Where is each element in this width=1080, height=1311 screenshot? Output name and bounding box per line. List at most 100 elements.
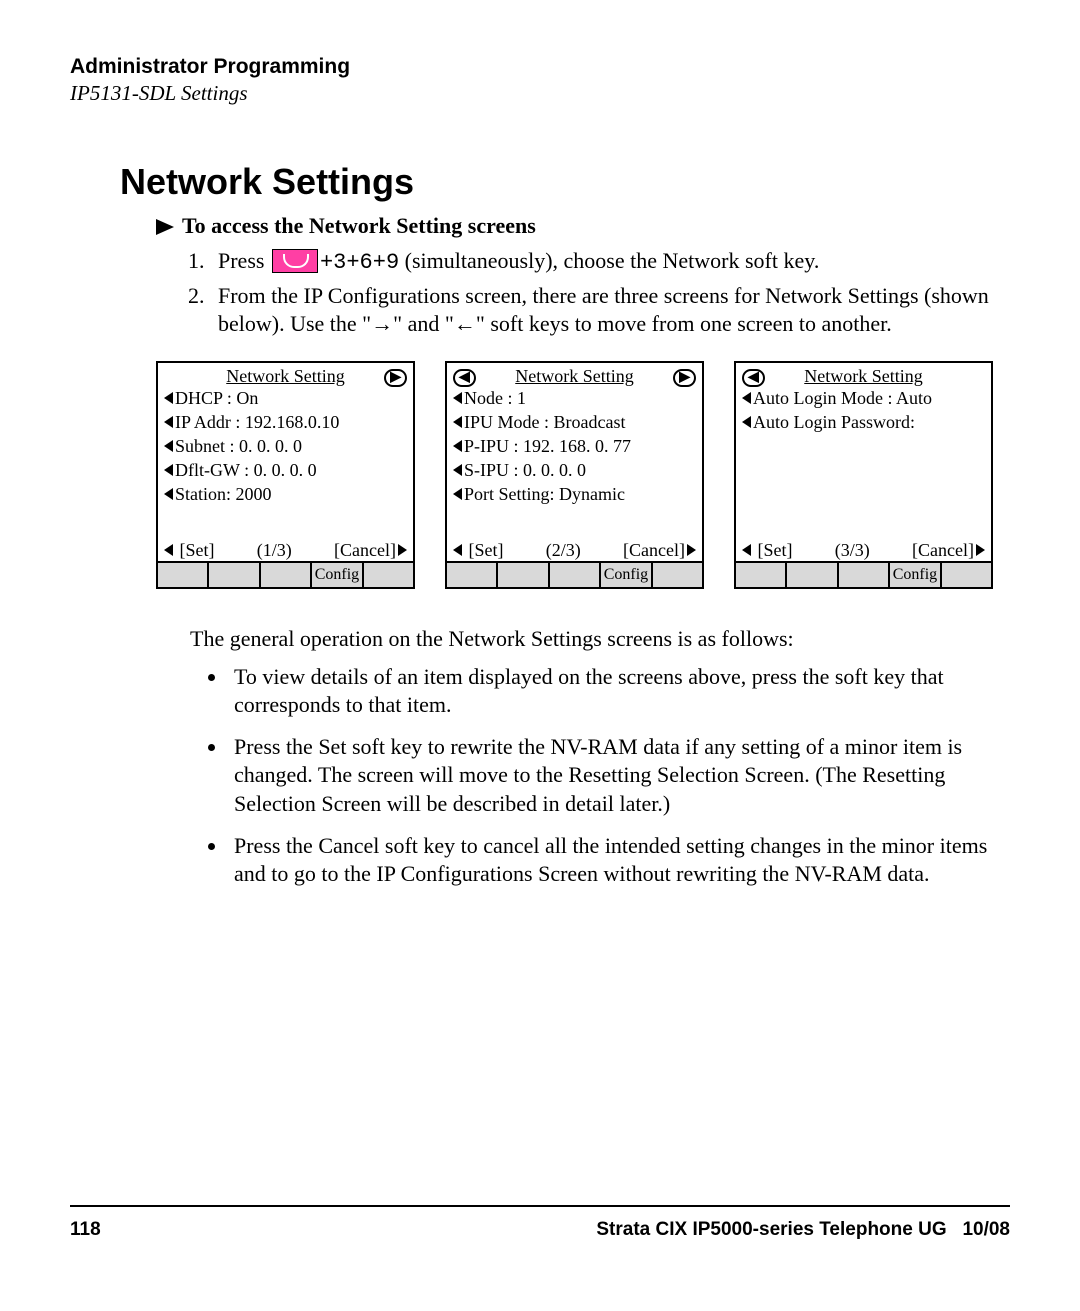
config-softkey: Config: [601, 563, 652, 587]
screen-title: Network Setting: [515, 366, 634, 386]
screen-diagrams: Network Setting ▶DHCP : OnIP Addr : 192.…: [156, 361, 1010, 589]
screen-line-text: Auto Login Mode : Auto: [753, 388, 932, 408]
screen-button-bar: Config: [158, 561, 413, 587]
softkey-blank: [787, 563, 838, 587]
screen-body: Auto Login Mode : Auto Auto Login Passwor…: [736, 387, 991, 539]
step-1: Press +3+6+9 (simultaneously), choose th…: [210, 247, 1010, 278]
line-marker-icon: [453, 488, 462, 500]
set-softkey: [Set]: [453, 541, 504, 559]
page-indicator: (3/3): [835, 541, 870, 559]
screen-line: Port Setting: Dynamic: [447, 483, 702, 507]
softkey-blank: [158, 563, 209, 587]
screen-line-text: P-IPU : 192. 168. 0. 77: [464, 436, 631, 456]
screen-title-row: Network Setting ▶: [158, 363, 413, 387]
header-section: Administrator Programming: [70, 55, 1010, 79]
softkey-blank: [550, 563, 601, 587]
screen-line: Node : 1: [447, 387, 702, 411]
screen-title-row: ◀ Network Setting ▶: [447, 363, 702, 387]
screen-line-text: S-IPU : 0. 0. 0. 0: [464, 460, 586, 480]
softkey-blank: [209, 563, 260, 587]
step-1-text-a: Press: [218, 248, 270, 273]
page-footer: 118 Strata CIX IP5000-series Telephone U…: [70, 1205, 1010, 1241]
footer-doc: Strata CIX IP5000-series Telephone UG 10…: [596, 1219, 1010, 1241]
softkey-blank: [942, 563, 991, 587]
screen-line-text: Station: 2000: [175, 484, 272, 504]
lcd-screen: ◀ Network Setting Auto Login Mode : Auto…: [734, 361, 993, 589]
screen-line: IP Addr : 192.168.0.10: [158, 411, 413, 435]
config-softkey: Config: [890, 563, 941, 587]
screen-line: IPU Mode : Broadcast: [447, 411, 702, 435]
next-screen-icon: ▶: [673, 369, 696, 387]
body-bullets: To view details of an item displayed on …: [200, 663, 998, 888]
softkey-blank: [839, 563, 890, 587]
screen-button-bar: Config: [736, 561, 991, 587]
screen-line-text: Port Setting: Dynamic: [464, 484, 625, 504]
screen-line-text: Dflt-GW : 0. 0. 0. 0: [175, 460, 317, 480]
hold-key-icon: [272, 249, 318, 273]
cancel-softkey: [Cancel]: [334, 541, 407, 559]
key-sequence: +3+6+9: [320, 250, 399, 275]
softkey-blank: [498, 563, 549, 587]
screen-title: Network Setting: [226, 366, 345, 386]
screen-line: Subnet : 0. 0. 0. 0: [158, 435, 413, 459]
screen-softkey-row: [Set] (2/3) [Cancel]: [447, 539, 702, 561]
line-marker-icon: [453, 392, 462, 404]
line-marker-icon: [742, 416, 751, 428]
screen-line-text: Auto Login Password:: [753, 412, 915, 432]
page-title: Network Settings: [120, 161, 1010, 203]
next-screen-icon: ▶: [384, 369, 407, 387]
softkey-blank: [736, 563, 787, 587]
step-2: From the IP Configurations screen, there…: [210, 282, 1010, 339]
body-bullet: Press the Set soft key to rewrite the NV…: [228, 733, 998, 817]
line-marker-icon: [742, 392, 751, 404]
line-marker-icon: [453, 416, 462, 428]
screen-line-text: IPU Mode : Broadcast: [464, 412, 625, 432]
step-1-text-b: (simultaneously), choose the Network sof…: [399, 248, 819, 273]
screen-line: Auto Login Password:: [736, 411, 991, 435]
line-marker-icon: [164, 440, 173, 452]
page-number: 118: [70, 1219, 101, 1241]
screen-line: DHCP : On: [158, 387, 413, 411]
screen-softkey-row: [Set] (1/3) [Cancel]: [158, 539, 413, 561]
step-list: Press +3+6+9 (simultaneously), choose th…: [174, 247, 1010, 339]
cancel-softkey: [Cancel]: [623, 541, 696, 559]
line-marker-icon: [164, 392, 173, 404]
body-intro: The general operation on the Network Set…: [190, 625, 980, 653]
prev-screen-icon: ◀: [742, 369, 765, 387]
set-softkey: [Set]: [164, 541, 215, 559]
softkey-blank: [653, 563, 702, 587]
screen-line: P-IPU : 192. 168. 0. 77: [447, 435, 702, 459]
softkey-blank: [447, 563, 498, 587]
screen-line: Auto Login Mode : Auto: [736, 387, 991, 411]
screen-title-row: ◀ Network Setting: [736, 363, 991, 387]
body-bullet: Press the Cancel soft key to cancel all …: [228, 832, 998, 888]
prev-screen-icon: ◀: [453, 369, 476, 387]
screen-line-text: IP Addr : 192.168.0.10: [175, 412, 339, 432]
page-indicator: (1/3): [257, 541, 292, 559]
line-marker-icon: [164, 488, 173, 500]
screen-title: Network Setting: [804, 366, 923, 386]
screen-line-text: Subnet : 0. 0. 0. 0: [175, 436, 302, 456]
screen-button-bar: Config: [447, 561, 702, 587]
page-indicator: (2/3): [546, 541, 581, 559]
set-softkey: [Set]: [742, 541, 793, 559]
line-marker-icon: [453, 464, 462, 476]
screen-softkey-row: [Set](3/3)[Cancel]: [736, 539, 991, 561]
screen-line: S-IPU : 0. 0. 0. 0: [447, 459, 702, 483]
softkey-blank: [364, 563, 413, 587]
procedure-heading: To access the Network Setting screens: [156, 213, 1010, 239]
screen-body: Node : 1 IPU Mode : Broadcast P-IPU : 192.…: [447, 387, 702, 539]
screen-line-text: Node : 1: [464, 388, 526, 408]
triangle-bullet-icon: [156, 219, 174, 235]
body-bullet: To view details of an item displayed on …: [228, 663, 998, 719]
config-softkey: Config: [312, 563, 363, 587]
screen-line: Station: 2000: [158, 483, 413, 507]
screen-line-text: DHCP : On: [175, 388, 258, 408]
screen-body: DHCP : On IP Addr : 192.168.0.10 Subnet : …: [158, 387, 413, 539]
header-subsection: IP5131-SDL Settings: [70, 81, 1010, 106]
line-marker-icon: [164, 416, 173, 428]
lcd-screen: Network Setting ▶DHCP : OnIP Addr : 192.…: [156, 361, 415, 589]
screen-line: Dflt-GW : 0. 0. 0. 0: [158, 459, 413, 483]
line-marker-icon: [164, 464, 173, 476]
lcd-screen: ◀ Network Setting ▶Node : 1IPU Mode : Br…: [445, 361, 704, 589]
